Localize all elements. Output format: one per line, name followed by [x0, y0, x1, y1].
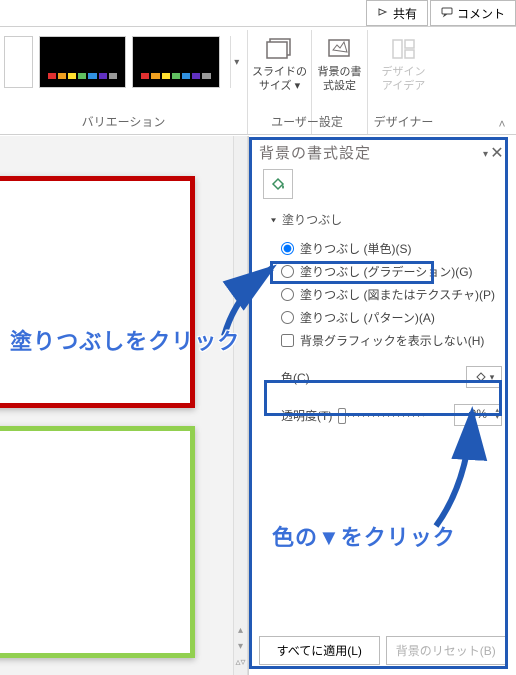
pane-options-dropdown[interactable] — [479, 146, 488, 160]
fill-picture-radio[interactable]: 塗りつぶし (図またはテクスチャ)(P) — [281, 283, 502, 306]
hide-bg-graphics-checkbox[interactable]: 背景グラフィックを表示しない(H) — [281, 329, 502, 352]
variations-more-button[interactable] — [230, 36, 243, 88]
slide-size-icon — [265, 36, 295, 62]
slide-canvas-area — [0, 136, 233, 675]
designer-group-label: デザイナー — [368, 113, 439, 130]
design-ideas-icon — [389, 36, 419, 62]
color-label: 色(C) — [281, 369, 310, 386]
design-ideas-button: デザイン アイデア デザイナー — [367, 30, 439, 134]
share-button[interactable]: 共有 — [366, 0, 428, 26]
pane-title: 背景の書式設定 — [259, 142, 479, 163]
format-background-button[interactable]: 背景の書 式設定 — [311, 30, 367, 134]
format-background-label: 背景の書 式設定 — [312, 66, 367, 94]
collapse-ribbon-button[interactable]: ˄ — [494, 116, 510, 132]
fill-tab-icon[interactable] — [263, 169, 293, 199]
ribbon: バリエーション スライドの サイズ ▾ 背景の書 式設定 ユーザー設定 デザイン… — [0, 30, 516, 135]
fill-solid-radio[interactable]: 塗りつぶし (単色)(S) — [281, 237, 502, 260]
transparency-slider[interactable] — [338, 413, 424, 417]
slide-preview[interactable] — [0, 426, 195, 658]
share-label: 共有 — [393, 5, 417, 22]
paint-bucket-icon — [474, 370, 488, 384]
slide-size-label: スライドの サイズ ▾ — [248, 66, 311, 94]
share-icon — [377, 6, 389, 21]
transparency-input[interactable]: 0% — [454, 404, 502, 426]
paint-bucket-icon — [269, 175, 287, 193]
comment-label: コメント — [457, 5, 505, 22]
apply-all-button[interactable]: すべてに適用(L) — [259, 636, 380, 665]
format-background-pane: 背景の書式設定 ✕ 塗りつぶし 塗りつぶし (単色)(S) 塗りつぶし (グラデ… — [248, 136, 516, 675]
pane-close-button[interactable]: ✕ — [488, 143, 506, 163]
fill-section-header[interactable]: 塗りつぶし — [249, 207, 516, 233]
variation-thumb[interactable] — [39, 36, 127, 88]
variation-thumb[interactable] — [4, 36, 33, 88]
variations-gallery[interactable]: バリエーション — [0, 30, 247, 134]
design-ideas-label: デザイン アイデア — [368, 66, 439, 94]
fill-pattern-radio[interactable]: 塗りつぶし (パターン)(A) — [281, 306, 502, 329]
fill-gradient-radio[interactable]: 塗りつぶし (グラデーション)(G) — [281, 260, 502, 283]
comment-icon — [441, 6, 453, 21]
vertical-scrollbar[interactable]: ▴ ▾ ▵▿ — [233, 136, 248, 675]
slide-preview[interactable] — [0, 176, 195, 408]
format-background-icon — [325, 36, 355, 62]
variation-thumb[interactable] — [132, 36, 220, 88]
slide-size-button[interactable]: スライドの サイズ ▾ — [247, 30, 311, 134]
color-picker-button[interactable] — [466, 366, 502, 388]
variations-group-label: バリエーション — [82, 113, 166, 130]
reset-background-button: 背景のリセット(B) — [386, 636, 507, 665]
comment-button[interactable]: コメント — [430, 0, 516, 26]
transparency-label: 透明度(T) — [281, 407, 332, 424]
